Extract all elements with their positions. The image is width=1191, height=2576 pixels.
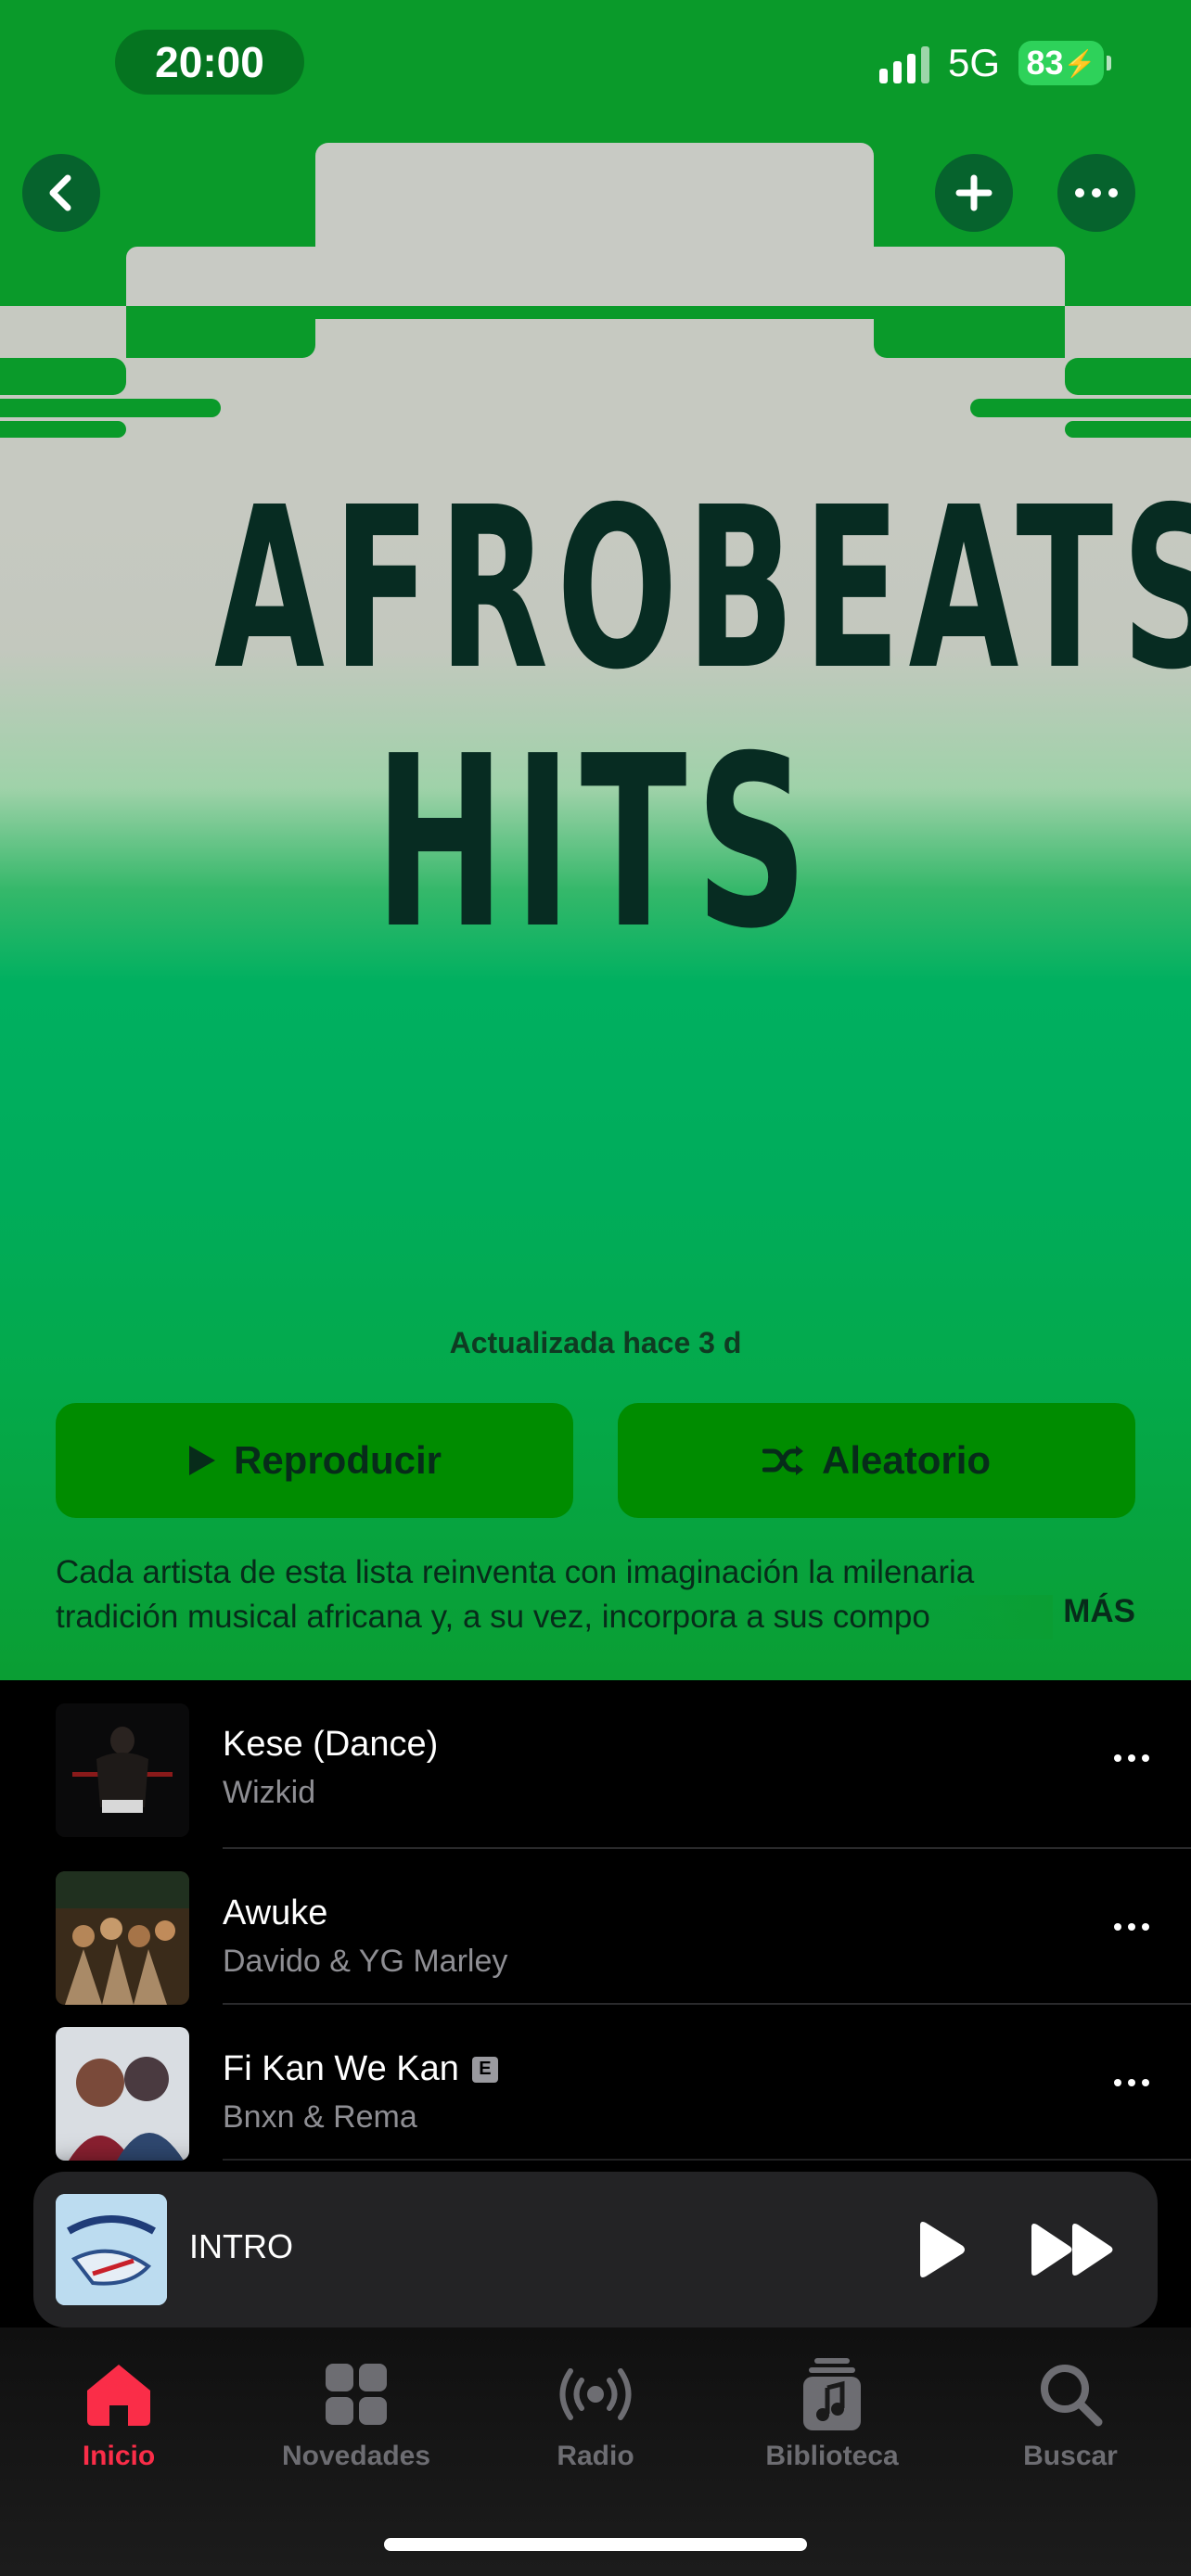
cover-title-line2: HITS xyxy=(374,706,817,981)
signal-icon xyxy=(878,43,929,83)
home-icon xyxy=(87,2365,150,2426)
cover-title: AFROBEATS HITS xyxy=(0,464,1191,974)
tab-label: Biblioteca xyxy=(765,2441,899,2471)
track-more-button[interactable] xyxy=(1104,2062,1159,2103)
playlist-hero: AFROBEATS HITS 20:00 5G 83 ⚡ Actualizada … xyxy=(0,0,1191,1680)
shuffle-icon xyxy=(762,1446,803,1475)
network-type: 5G xyxy=(947,41,1000,84)
add-button[interactable] xyxy=(935,154,1013,232)
fast-forward-icon xyxy=(1031,2224,1113,2276)
tab-label: Novedades xyxy=(281,2441,431,2471)
cover-title-line1: AFROBEATS xyxy=(214,459,1191,719)
chevron-left-icon xyxy=(49,174,71,211)
shuffle-button[interactable]: Aleatorio xyxy=(618,1403,1135,1518)
mini-play-button[interactable] xyxy=(905,2216,972,2283)
status-time: 20:00 xyxy=(115,30,304,95)
play-icon xyxy=(188,1446,215,1475)
track-more-button[interactable] xyxy=(1104,1906,1159,1947)
explicit-badge: E xyxy=(471,2056,498,2083)
tab-radio[interactable]: Radio xyxy=(493,2355,698,2472)
radio-icon xyxy=(559,2368,632,2420)
battery-level: 83 xyxy=(1026,44,1064,82)
tab-label: Inicio xyxy=(82,2441,156,2471)
track-artwork xyxy=(56,2027,189,2161)
now-playing-title: INTRO xyxy=(189,2227,293,2265)
track-artist: Bnxn & Rema xyxy=(223,2099,417,2135)
updated-label: Actualizada hace 3 d xyxy=(449,1326,742,1359)
divider xyxy=(223,2159,1191,2161)
back-button[interactable] xyxy=(22,154,100,232)
now-playing-artwork xyxy=(56,2194,167,2305)
track-more-button[interactable] xyxy=(1104,1738,1159,1779)
description-line-1: Cada artista de esta lista reinventa con… xyxy=(56,1554,975,1590)
description-line-2: tradición musical africana y, a su vez, … xyxy=(56,1599,930,1635)
tab-novedades[interactable]: Novedades xyxy=(254,2355,458,2472)
search-icon xyxy=(1041,2365,1103,2427)
track-row[interactable]: Fi Kan We Kan E Bnxn & Rema xyxy=(0,2005,1191,2161)
library-icon xyxy=(803,2358,861,2430)
tab-buscar[interactable]: Buscar xyxy=(968,2355,1172,2472)
shuffle-button-label: Aleatorio xyxy=(821,1438,992,1482)
home-indicator xyxy=(384,2538,807,2551)
skip-forward-button[interactable] xyxy=(1026,2216,1119,2283)
track-title: Fi Kan We Kan E xyxy=(223,2049,498,2089)
more-link[interactable]: MÁS xyxy=(1063,1593,1135,1630)
playlist-description: Cada artista de esta lista reinventa con… xyxy=(56,1550,1141,1639)
more-options-button[interactable] xyxy=(1057,154,1135,232)
mini-player[interactable]: INTRO xyxy=(33,2172,1158,2327)
track-title: Kese (Dance) xyxy=(223,1725,439,1764)
tab-label: Radio xyxy=(557,2441,634,2471)
status-indicators: 5G 83 ⚡ xyxy=(878,41,1111,85)
track-row[interactable]: Kese (Dance) Wizkid xyxy=(0,1680,1191,1837)
battery-icon: 83 ⚡ xyxy=(1018,41,1111,85)
track-artist: Wizkid xyxy=(223,1775,316,1810)
ellipsis-icon xyxy=(1075,188,1118,198)
play-button[interactable]: Reproducir xyxy=(56,1403,573,1518)
tab-biblioteca[interactable]: Biblioteca xyxy=(730,2355,934,2472)
play-icon xyxy=(920,2222,965,2277)
track-title: Awuke xyxy=(223,1894,328,1932)
track-row[interactable]: Awuke Davido & YG Marley xyxy=(0,1849,1191,2005)
track-artist: Davido & YG Marley xyxy=(223,1944,508,1979)
track-artwork xyxy=(56,1703,189,1837)
track-artwork xyxy=(56,1871,189,2005)
plus-icon xyxy=(955,174,992,211)
tab-label: Buscar xyxy=(1023,2441,1118,2471)
tab-inicio[interactable]: Inicio xyxy=(17,2355,221,2472)
grid-icon xyxy=(326,2364,387,2425)
play-button-label: Reproducir xyxy=(233,1438,442,1482)
